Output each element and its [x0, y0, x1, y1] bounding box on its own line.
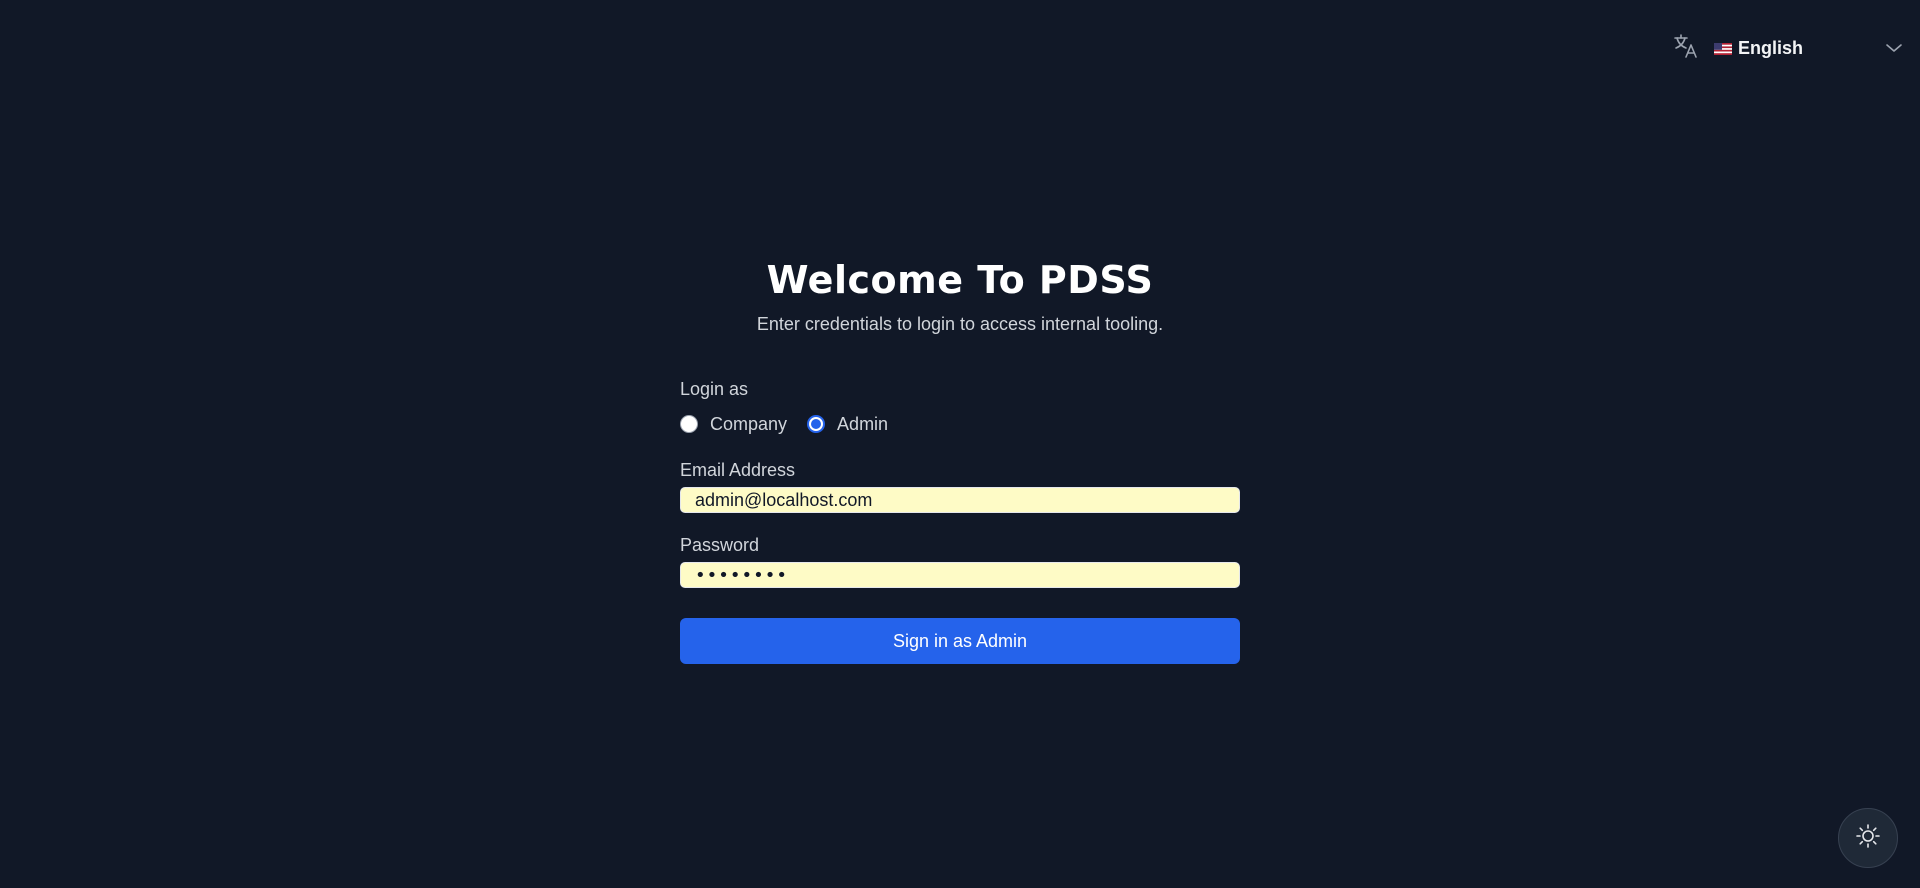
company-radio[interactable]	[680, 415, 698, 433]
sign-in-button[interactable]: Sign in as Admin	[680, 618, 1240, 664]
radio-label-admin: Admin	[837, 413, 889, 434]
language-select[interactable]: English	[1714, 34, 1904, 62]
email-label: Email Address	[680, 460, 796, 480]
login-as-radio-group: Company Admin	[680, 412, 1240, 436]
radio-label-company: Company	[710, 413, 788, 434]
page-title: Welcome To PDSS	[766, 258, 1154, 302]
theme-toggle-button[interactable]	[1838, 808, 1898, 868]
us-flag-icon	[1714, 42, 1732, 55]
chevron-down-icon	[1884, 38, 1904, 58]
page-subtitle: Enter credentials to login to access int…	[756, 314, 1164, 334]
password-label: Password	[680, 535, 760, 555]
admin-radio[interactable]	[807, 415, 826, 433]
language-label: English	[1738, 37, 1804, 58]
radio-option-admin[interactable]: Admin	[807, 414, 888, 435]
translate-icon[interactable]	[1672, 32, 1700, 60]
email-field[interactable]	[680, 487, 1240, 513]
login-form: Welcome To PDSS Enter credentials to log…	[680, 258, 1240, 664]
radio-option-company[interactable]: Company	[680, 414, 787, 435]
login-as-label: Login as	[680, 379, 749, 399]
sun-icon	[1855, 823, 1881, 854]
password-field[interactable]	[680, 562, 1240, 588]
language-bar: English	[1640, 28, 1920, 68]
